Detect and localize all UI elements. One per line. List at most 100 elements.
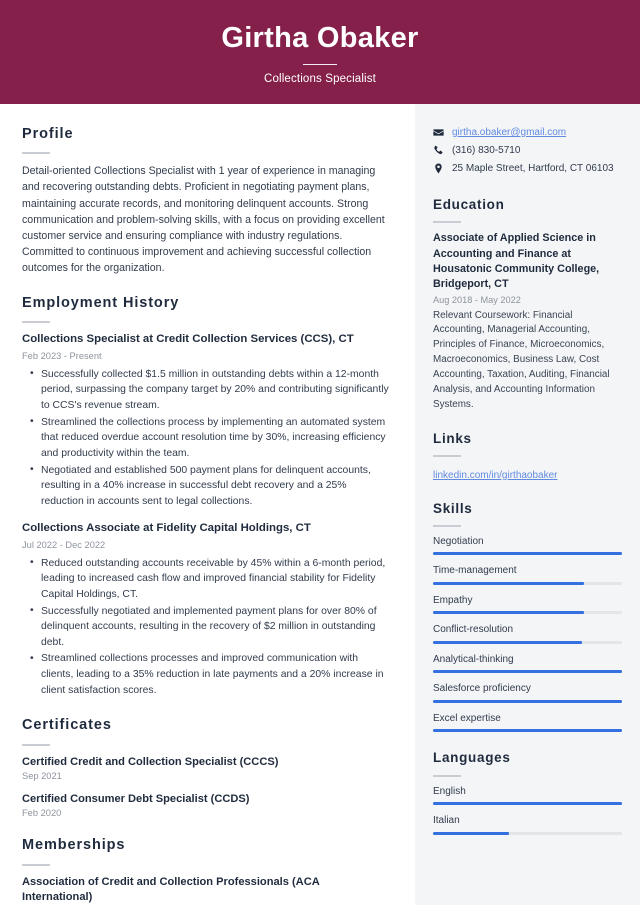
list-item: Reduced outstanding accounts receivable … bbox=[30, 555, 389, 603]
skill-bar-track bbox=[433, 670, 622, 674]
skill-bar-track bbox=[433, 640, 622, 644]
skill-item: Conflict-resolution bbox=[433, 623, 622, 644]
certificate-name: Certified Credit and Collection Speciali… bbox=[22, 755, 279, 768]
employment-title: Collections Associate at Fidelity Capita… bbox=[22, 522, 311, 535]
skill-bar-fill bbox=[433, 699, 622, 703]
list-item: Streamlined collections processes and im… bbox=[30, 651, 389, 698]
section-rule bbox=[22, 321, 50, 324]
employment-date: Feb 2023 - Present bbox=[22, 350, 102, 361]
map-pin-icon bbox=[433, 163, 444, 174]
page-title: Girtha Obaker bbox=[221, 22, 419, 55]
certificate-date: Feb 2020 bbox=[22, 808, 62, 819]
section-languages: Languages English Italian bbox=[433, 750, 622, 835]
language-bar-track bbox=[433, 831, 622, 835]
header-divider bbox=[303, 63, 337, 65]
contact-phone-row: (316) 830-5710 bbox=[433, 144, 622, 157]
skill-bar-track bbox=[433, 611, 622, 615]
skill-item: Negotiation bbox=[433, 535, 622, 556]
skill-item: Excel expertise bbox=[433, 712, 622, 733]
skill-label: Conflict-resolution bbox=[433, 624, 514, 636]
contact-email-link[interactable]: girtha.obaker@gmail.com bbox=[452, 126, 566, 139]
skill-item: Empathy bbox=[433, 594, 622, 615]
section-heading-employment: Employment History bbox=[22, 295, 180, 312]
language-bar-fill bbox=[433, 802, 622, 806]
skill-label: Salesforce proficiency bbox=[433, 683, 531, 695]
header-job-title: Collections Specialist bbox=[264, 72, 376, 85]
main-column: Profile Detail-oriented Collections Spec… bbox=[0, 104, 415, 905]
skill-label: Empathy bbox=[433, 594, 473, 606]
section-links: Links linkedin.com/in/girthaobaker bbox=[433, 431, 622, 483]
section-heading-skills: Skills bbox=[433, 500, 473, 516]
language-label: Italian bbox=[433, 815, 460, 827]
skill-item: Time-management bbox=[433, 564, 622, 585]
skill-bar-track bbox=[433, 552, 622, 556]
section-education: Education Associate of Applied Science i… bbox=[433, 197, 622, 413]
linkedin-link[interactable]: linkedin.com/in/girthaobaker bbox=[433, 469, 558, 483]
section-rule bbox=[433, 524, 461, 527]
employment-date: Jul 2022 - Dec 2022 bbox=[22, 539, 106, 550]
employment-bullets: Reduced outstanding accounts receivable … bbox=[22, 555, 389, 698]
sidebar-column: girtha.obaker@gmail.com (316) 830-5710 2… bbox=[415, 104, 640, 905]
skill-item: Analytical-thinking bbox=[433, 653, 622, 674]
contact-address-row: 25 Maple Street, Hartford, CT 06103 bbox=[433, 162, 622, 175]
section-employment-history: Employment History Collections Specialis… bbox=[22, 295, 389, 698]
skill-bar-fill bbox=[433, 611, 585, 615]
language-item: English bbox=[433, 785, 622, 806]
list-item: Successfully negotiated and implemented … bbox=[30, 603, 389, 651]
language-label: English bbox=[433, 785, 466, 797]
section-rule bbox=[22, 152, 50, 155]
skill-bar-fill bbox=[433, 729, 622, 733]
language-bar-track bbox=[433, 802, 622, 806]
profile-text: Detail-oriented Collections Specialist w… bbox=[22, 165, 385, 274]
section-memberships: Memberships Association of Credit and Co… bbox=[22, 837, 389, 904]
skill-bar-fill bbox=[433, 581, 585, 585]
resume-header-banner: Girtha Obaker Collections Specialist bbox=[0, 0, 640, 104]
section-heading-education: Education bbox=[433, 197, 505, 212]
contact-address-text: 25 Maple Street, Hartford, CT 06103 bbox=[452, 163, 614, 174]
section-skills: Skills Negotiation Time-management Empat… bbox=[433, 501, 622, 733]
membership-name: Association of Credit and Collection Pro… bbox=[22, 875, 320, 903]
list-item: Negotiated and established 500 payment p… bbox=[30, 462, 389, 510]
skill-bar-track bbox=[433, 699, 622, 703]
skill-label: Negotiation bbox=[433, 535, 484, 547]
certificate-name: Certified Consumer Debt Specialist (CCDS… bbox=[22, 793, 250, 806]
section-rule bbox=[22, 743, 50, 746]
list-item: Successfully collected $1.5 million in o… bbox=[30, 366, 389, 414]
section-heading-languages: Languages bbox=[433, 750, 511, 766]
section-certificates: Certificates Certified Credit and Collec… bbox=[22, 717, 389, 818]
section-rule bbox=[433, 774, 461, 777]
skill-bar-fill bbox=[433, 670, 622, 674]
skill-bar-fill bbox=[433, 552, 622, 556]
section-heading-certificates: Certificates bbox=[22, 717, 112, 734]
education-degree: Associate of Applied Science in Accounti… bbox=[433, 232, 600, 291]
section-rule bbox=[433, 454, 461, 457]
employment-title: Collections Specialist at Credit Collect… bbox=[22, 333, 354, 346]
envelope-icon bbox=[433, 127, 444, 138]
section-profile: Profile Detail-oriented Collections Spec… bbox=[22, 126, 389, 276]
language-bar-fill bbox=[433, 831, 509, 835]
section-heading-memberships: Memberships bbox=[22, 837, 126, 854]
certificate-entry: Certified Consumer Debt Specialist (CCDS… bbox=[22, 792, 389, 818]
phone-icon bbox=[433, 145, 444, 156]
skill-label: Excel expertise bbox=[433, 712, 501, 724]
education-date: Aug 2018 - May 2022 bbox=[433, 294, 521, 305]
contact-email-row[interactable]: girtha.obaker@gmail.com bbox=[433, 126, 622, 139]
contact-details: girtha.obaker@gmail.com (316) 830-5710 2… bbox=[433, 126, 622, 175]
list-item: Streamlined the collections process by i… bbox=[30, 414, 389, 462]
skill-label: Time-management bbox=[433, 565, 517, 577]
skill-bar-track bbox=[433, 581, 622, 585]
skill-label: Analytical-thinking bbox=[433, 653, 514, 665]
employment-entry: Collections Associate at Fidelity Capita… bbox=[22, 521, 389, 698]
skill-bar-fill bbox=[433, 640, 583, 644]
section-heading-links: Links bbox=[433, 430, 472, 446]
skill-bar-track bbox=[433, 729, 622, 733]
section-rule bbox=[22, 863, 50, 866]
certificate-entry: Certified Credit and Collection Speciali… bbox=[22, 755, 389, 781]
resume-body: Profile Detail-oriented Collections Spec… bbox=[0, 104, 640, 905]
section-rule bbox=[433, 221, 461, 224]
language-item: Italian bbox=[433, 814, 622, 835]
certificate-date: Sep 2021 bbox=[22, 771, 62, 782]
section-heading-profile: Profile bbox=[22, 126, 74, 142]
resume-document: Girtha Obaker Collections Specialist Pro… bbox=[0, 0, 640, 905]
employment-entry: Collections Specialist at Credit Collect… bbox=[22, 332, 389, 509]
